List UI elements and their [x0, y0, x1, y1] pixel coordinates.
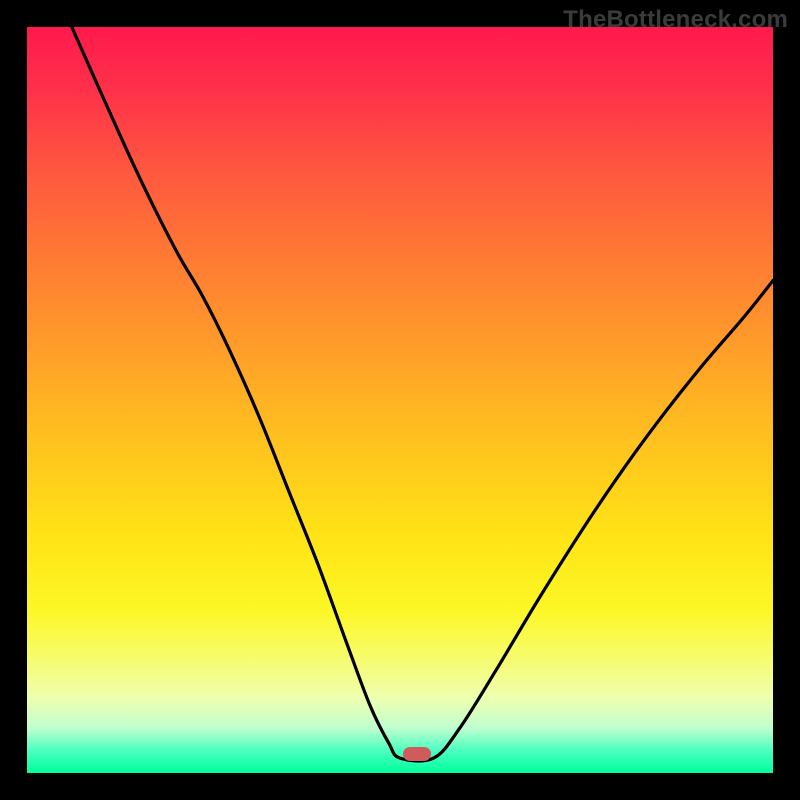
- plot-gradient-background: [27, 27, 773, 773]
- bottleneck-marker: [403, 747, 431, 761]
- watermark-text: TheBottleneck.com: [563, 6, 788, 34]
- chart-frame: TheBottleneck.com: [0, 0, 800, 800]
